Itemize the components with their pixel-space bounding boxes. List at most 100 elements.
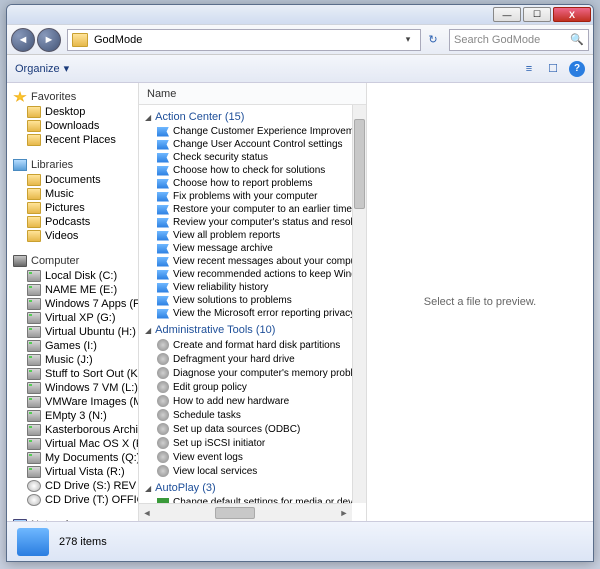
list-item[interactable]: Schedule tasks	[139, 408, 352, 422]
libraries-icon	[13, 159, 27, 171]
sidebar-item[interactable]: Virtual XP (G:)	[7, 311, 138, 325]
list-item-label: Check security status	[173, 152, 268, 163]
help-button[interactable]: ?	[569, 61, 585, 77]
sidebar-item-label: Podcasts	[45, 216, 90, 228]
libraries-header[interactable]: Libraries	[7, 157, 138, 173]
refresh-button[interactable]: ↻	[423, 33, 443, 46]
disc-icon	[27, 494, 41, 506]
list-item[interactable]: View local services	[139, 464, 352, 478]
sidebar-item[interactable]: Documents	[7, 173, 138, 187]
list-item[interactable]: View the Microsoft error reporting priva…	[139, 307, 352, 320]
sidebar-item[interactable]: VMWare Images (M:)	[7, 395, 138, 409]
list-item[interactable]: Set up data sources (ODBC)	[139, 422, 352, 436]
group-header[interactable]: ◢AutoPlay (3)	[139, 480, 352, 496]
list-item[interactable]: Set up iSCSI initiator	[139, 436, 352, 450]
sidebar-item[interactable]: Desktop	[7, 105, 138, 119]
view-button[interactable]: ≡	[521, 61, 537, 77]
list-item[interactable]: View all problem reports	[139, 229, 352, 242]
preview-pane-button[interactable]: ☐	[545, 61, 561, 77]
list-item[interactable]: How to add new hardware	[139, 394, 352, 408]
folder-icon	[72, 33, 88, 47]
search-input[interactable]: Search GodMode 🔍	[449, 29, 589, 51]
organize-button[interactable]: Organize ▾	[15, 62, 69, 75]
sidebar-item[interactable]: Music (J:)	[7, 353, 138, 367]
list-item[interactable]: Change Customer Experience Improvement P…	[139, 125, 352, 138]
sidebar-item[interactable]: EMpty 3 (N:)	[7, 409, 138, 423]
sidebar-item[interactable]: Videos	[7, 229, 138, 243]
sidebar-item-label: Virtual Ubuntu (H:)	[45, 326, 136, 338]
sidebar-item[interactable]: Downloads	[7, 119, 138, 133]
horizontal-scrollbar[interactable]: ◄ ►	[139, 503, 352, 521]
list-item-label: View message archive	[173, 243, 273, 254]
preview-text: Select a file to preview.	[424, 296, 537, 308]
ico-fold-icon	[27, 174, 41, 186]
group-title: AutoPlay (3)	[155, 482, 216, 494]
address-bar[interactable]: GodMode ▾	[67, 29, 421, 51]
sidebar-item[interactable]: My Documents (Q:)	[7, 451, 138, 465]
list-item[interactable]: Fix problems with your computer	[139, 190, 352, 203]
minimize-button[interactable]: —	[493, 7, 521, 22]
computer-header[interactable]: Computer	[7, 253, 138, 269]
sidebar-item[interactable]: Local Disk (C:)	[7, 269, 138, 283]
libraries-label: Libraries	[31, 159, 73, 171]
flag-icon	[157, 244, 169, 254]
sidebar-item[interactable]: Virtual Ubuntu (H:)	[7, 325, 138, 339]
sidebar-item[interactable]: Virtual Vista (R:)	[7, 465, 138, 479]
list-item[interactable]: Defragment your hard drive	[139, 352, 352, 366]
sidebar-item[interactable]: Windows 7 Apps (F:)	[7, 297, 138, 311]
group-header[interactable]: ◢Administrative Tools (10)	[139, 322, 352, 338]
vertical-scrollbar[interactable]	[352, 105, 366, 503]
sidebar-item[interactable]: NAME ME (E:)	[7, 283, 138, 297]
scroll-thumb[interactable]	[354, 119, 365, 209]
list-item[interactable]: Choose how to report problems	[139, 177, 352, 190]
maximize-button[interactable]: ☐	[523, 7, 551, 22]
navbar: ◄ ► GodMode ▾ ↻ Search GodMode 🔍	[7, 25, 593, 55]
list-item[interactable]: Check security status	[139, 151, 352, 164]
list-item[interactable]: View solutions to problems	[139, 294, 352, 307]
list-item[interactable]: Choose how to check for solutions	[139, 164, 352, 177]
favorites-header[interactable]: Favorites	[7, 89, 138, 105]
list-item[interactable]: View recommended actions to keep Windows…	[139, 268, 352, 281]
gear-icon	[157, 423, 169, 435]
list-item-label: Set up iSCSI initiator	[173, 438, 265, 449]
preview-pane: Select a file to preview.	[367, 83, 593, 521]
forward-button[interactable]: ►	[37, 28, 61, 52]
scroll-left-icon[interactable]: ◄	[139, 508, 155, 518]
list-item[interactable]: Restore your computer to an earlier time	[139, 203, 352, 216]
sidebar-item[interactable]: Stuff to Sort Out (K:)	[7, 367, 138, 381]
sidebar-item[interactable]: Windows 7 VM (L:)	[7, 381, 138, 395]
sidebar-item[interactable]: Virtual Mac OS X (P:)	[7, 437, 138, 451]
list-item-label: Create and format hard disk partitions	[173, 340, 340, 351]
sidebar-item-label: Windows 7 Apps (F:)	[45, 298, 138, 310]
list-item[interactable]: Change default settings for media or dev…	[139, 496, 352, 503]
back-button[interactable]: ◄	[11, 28, 35, 52]
sidebar-item[interactable]: Games (I:)	[7, 339, 138, 353]
sidebar-item[interactable]: CD Drive (T:) OFFICE	[7, 493, 138, 507]
sidebar-item[interactable]: Recent Places	[7, 133, 138, 147]
list-item[interactable]: Diagnose your computer's memory problems	[139, 366, 352, 380]
list-item[interactable]: Create and format hard disk partitions	[139, 338, 352, 352]
sidebar-item[interactable]: Kasterborous Archive	[7, 423, 138, 437]
sidebar-item[interactable]: Music	[7, 187, 138, 201]
address-dropdown-icon[interactable]: ▾	[400, 34, 416, 45]
sidebar-item[interactable]: CD Drive (S:) REV 35	[7, 479, 138, 493]
sidebar-item[interactable]: Pictures	[7, 201, 138, 215]
sidebar-item-label: Kasterborous Archive	[45, 424, 138, 436]
list-item[interactable]: Edit group policy	[139, 380, 352, 394]
list-item[interactable]: Review your computer's status and resolv…	[139, 216, 352, 229]
list-item[interactable]: View message archive	[139, 242, 352, 255]
flag-icon	[157, 283, 169, 293]
drive-icon	[27, 410, 41, 422]
scroll-thumb-h[interactable]	[215, 507, 255, 519]
sidebar-item[interactable]: Podcasts	[7, 215, 138, 229]
list-item[interactable]: View event logs	[139, 450, 352, 464]
list-item[interactable]: View recent messages about your computer	[139, 255, 352, 268]
content-area: Favorites DesktopDownloadsRecent Places …	[7, 83, 593, 521]
scroll-right-icon[interactable]: ►	[336, 508, 352, 518]
close-button[interactable]: X	[553, 7, 591, 22]
column-header-name[interactable]: Name	[139, 83, 366, 105]
list-item[interactable]: View reliability history	[139, 281, 352, 294]
group-header[interactable]: ◢Action Center (15)	[139, 109, 352, 125]
gear-icon	[157, 339, 169, 351]
list-item[interactable]: Change User Account Control settings	[139, 138, 352, 151]
